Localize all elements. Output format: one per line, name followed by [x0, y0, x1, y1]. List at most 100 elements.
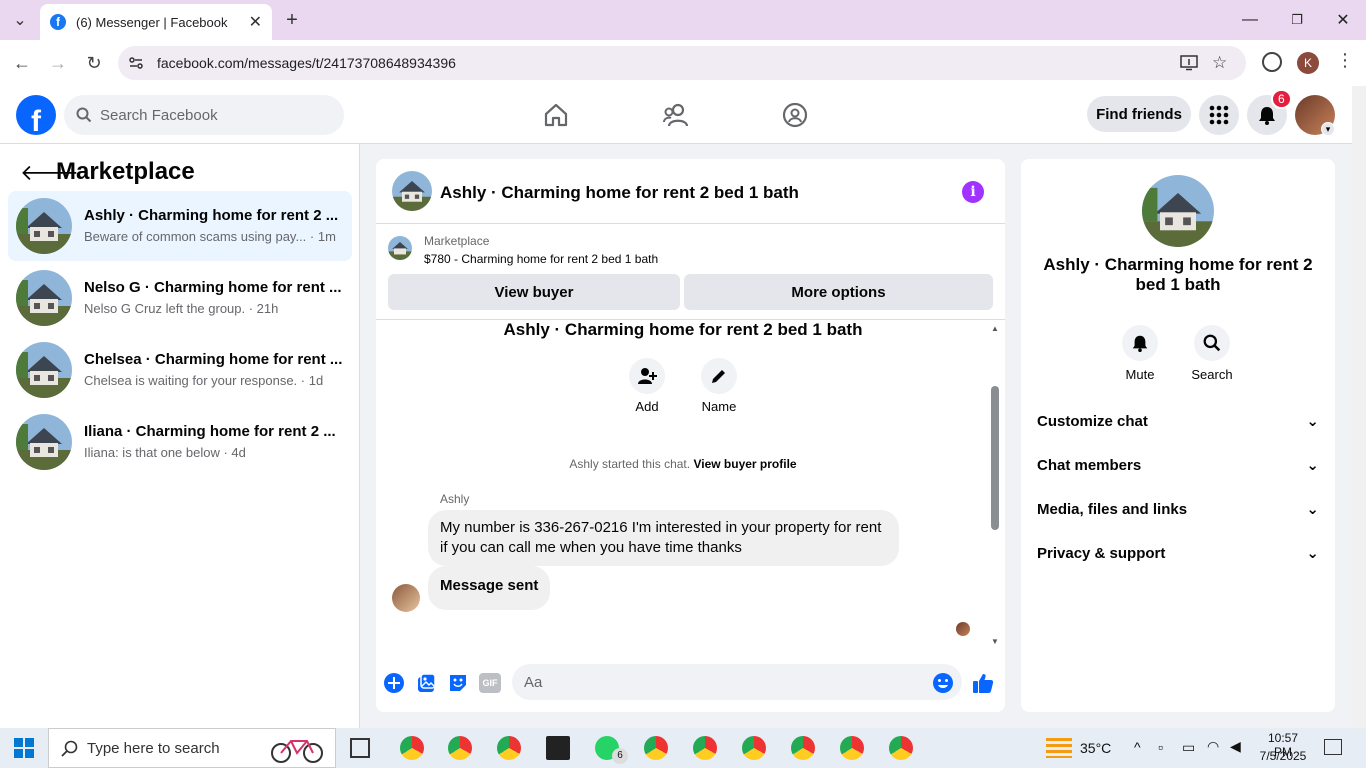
sticky-notes-icon[interactable] [546, 736, 570, 760]
tab-search-icon[interactable]: ⌄ [8, 8, 32, 32]
chrome-profile-icon[interactable] [693, 736, 717, 760]
home-nav-icon[interactable] [541, 100, 571, 130]
taskbar-search-input[interactable]: Type here to search [48, 728, 336, 768]
chrome-profile-icon[interactable] [742, 736, 766, 760]
restore-icon[interactable]: ❐ [1283, 8, 1311, 32]
mute-button[interactable]: Mute [1110, 325, 1170, 382]
battery-icon[interactable]: ▭ [1182, 739, 1195, 756]
reload-icon[interactable]: ↻ [82, 51, 106, 75]
scroll-down-icon[interactable]: ▼ [991, 637, 999, 646]
add-people-button[interactable]: Add [617, 358, 677, 414]
message-input[interactable]: Aa [512, 664, 962, 700]
taskbar-app-icon[interactable] [400, 736, 424, 760]
tray-chevron-icon[interactable]: ^ [1134, 739, 1141, 755]
windows-start-icon[interactable] [14, 738, 34, 758]
facebook-favicon-icon: f [50, 14, 66, 30]
conversation-item[interactable]: Ashly · Charming home for rent 2 ... Bew… [8, 191, 352, 261]
view-buyer-profile-link[interactable]: View buyer profile [693, 457, 796, 471]
pencil-icon [701, 358, 737, 394]
marketplace-label: Marketplace [424, 234, 490, 248]
chat-scrollbar[interactable]: ▲ ▼ [990, 320, 1000, 652]
thumbs-up-icon[interactable] [972, 672, 994, 694]
sender-avatar[interactable] [392, 584, 420, 612]
conversation-preview: Iliana: is that one below · 4d [84, 445, 246, 460]
wifi-icon[interactable]: ◠ [1207, 738, 1219, 755]
privacy-support-section[interactable]: Privacy & support ⌄ [1037, 533, 1319, 573]
task-view-icon[interactable] [350, 738, 370, 758]
facebook-logo-icon[interactable]: f [16, 95, 56, 135]
listing-title[interactable]: $780 - Charming home for rent 2 bed 1 ba… [424, 252, 658, 266]
mute-label: Mute [1125, 367, 1155, 382]
address-bar: ← → ↻ facebook.com/messages/t/2417370864… [0, 40, 1366, 86]
chat-header: Ashly · Charming home for rent 2 bed 1 b… [376, 159, 1005, 224]
account-chevron-icon[interactable]: ▾ [1321, 122, 1335, 136]
facebook-search-input[interactable]: Search Facebook [64, 95, 344, 135]
chrome-icon[interactable] [448, 736, 472, 760]
taskbar-search-placeholder: Type here to search [87, 739, 220, 757]
browser-menu-icon[interactable]: ⋮ [1336, 50, 1354, 71]
bookmark-star-icon[interactable]: ☆ [1212, 53, 1227, 73]
photo-icon[interactable] [415, 672, 437, 694]
extensions-icon[interactable] [1262, 52, 1282, 72]
conversation-item[interactable]: Nelso G · Charming home for rent ... Nel… [8, 263, 352, 333]
chrome-profile-icon[interactable] [644, 736, 668, 760]
chevron-down-icon: ⌄ [1306, 457, 1319, 474]
close-tab-icon[interactable]: ✕ [249, 12, 262, 32]
tray-device-icon[interactable]: ▫ [1158, 739, 1163, 755]
chat-members-section[interactable]: Chat members ⌄ [1037, 445, 1319, 485]
chrome-profile-icon[interactable] [840, 736, 864, 760]
conversation-item[interactable]: Iliana · Charming home for rent 2 ... Il… [8, 407, 352, 477]
minimize-icon[interactable]: — [1236, 8, 1264, 32]
groups-nav-icon[interactable] [780, 100, 810, 130]
url-field[interactable]: facebook.com/messages/t/2417370864893439… [118, 46, 1246, 80]
back-icon[interactable]: ← [10, 51, 34, 75]
chevron-down-icon: ⌄ [1306, 413, 1319, 430]
page-scrollbar[interactable] [1352, 86, 1366, 728]
chrome-icon[interactable] [497, 736, 521, 760]
volume-icon[interactable]: ◀ [1230, 738, 1241, 755]
info-icon[interactable]: i [962, 181, 984, 203]
url-text: facebook.com/messages/t/2417370864893439… [157, 55, 456, 71]
name-chat-button[interactable]: Name [689, 358, 749, 414]
profile-icon[interactable]: K [1297, 52, 1319, 74]
conversation-item[interactable]: Chelsea · Charming home for rent ... Che… [8, 335, 352, 405]
system-message-text: Ashly started this chat. [569, 457, 691, 471]
section-label: Media, files and links [1037, 500, 1188, 518]
emoji-icon[interactable] [932, 672, 954, 694]
gif-icon[interactable]: GIF [479, 673, 501, 693]
more-options-button[interactable]: More options [684, 274, 993, 310]
install-app-icon[interactable] [1180, 55, 1198, 71]
chat-house-thumbnail[interactable] [392, 171, 432, 211]
close-window-icon[interactable]: ✕ [1329, 8, 1357, 32]
find-friends-button[interactable]: Find friends [1087, 96, 1191, 132]
plus-actions-icon[interactable] [383, 672, 405, 694]
sticker-icon[interactable] [447, 672, 469, 694]
chrome-active-icon[interactable] [889, 736, 913, 760]
weather-icon[interactable] [1046, 738, 1072, 758]
new-tab-icon[interactable]: + [280, 8, 304, 32]
windows-taskbar: Type here to search 6 35°C ^ ▫ ▭ ◠ ◀ 10:… [0, 728, 1366, 768]
scroll-thumb[interactable] [991, 386, 999, 530]
add-label: Add [635, 399, 659, 414]
site-info-icon[interactable] [128, 55, 144, 71]
search-conversation-button[interactable]: Search [1182, 325, 1242, 382]
chrome-profile-icon[interactable] [791, 736, 815, 760]
conversation-name: Nelso G · Charming home for rent ... [84, 279, 342, 296]
incoming-message-bubble[interactable]: My number is 336-267-0216 I'm interested… [428, 510, 899, 566]
chevron-down-icon: ⌄ [1306, 501, 1319, 518]
scroll-up-icon[interactable]: ▲ [991, 324, 999, 333]
menu-grid-icon[interactable] [1199, 95, 1239, 135]
temperature[interactable]: 35°C [1080, 740, 1111, 756]
friends-nav-icon[interactable] [661, 100, 691, 130]
browser-tab[interactable]: f (6) Messenger | Facebook ✕ [40, 4, 272, 40]
message-sent-bubble[interactable]: Message sent [428, 566, 551, 610]
view-buyer-button[interactable]: View buyer [388, 274, 680, 310]
clock-date[interactable]: 7/5/2025 [1258, 749, 1308, 763]
read-receipt-avatar [956, 622, 970, 636]
chat-title[interactable]: Ashly · Charming home for rent 2 bed 1 b… [440, 183, 799, 203]
notification-center-icon[interactable] [1324, 739, 1342, 755]
media-files-links-section[interactable]: Media, files and links ⌄ [1037, 489, 1319, 529]
customize-chat-section[interactable]: Customize chat ⌄ [1037, 401, 1319, 441]
forward-icon[interactable]: → [46, 51, 70, 75]
taskbar-search-icon [61, 740, 78, 757]
